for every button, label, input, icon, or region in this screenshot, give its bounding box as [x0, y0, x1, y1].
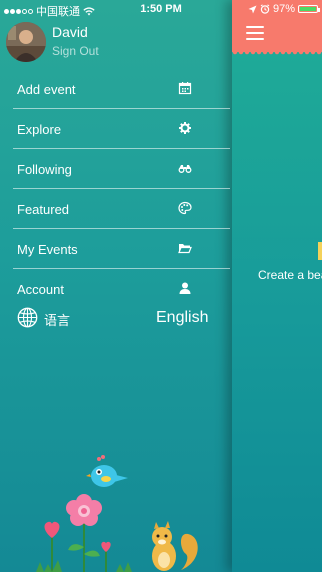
sign-out-link[interactable]: Sign Out [52, 44, 99, 58]
avatar[interactable] [6, 22, 46, 62]
squirrel-icon [152, 521, 198, 571]
menu-item-add-event[interactable]: Add event [13, 69, 230, 109]
menu-item-following[interactable]: Following [13, 149, 230, 189]
drawer-menu: Add event Explore Following Featured My … [13, 69, 230, 308]
location-arrow-icon [248, 5, 257, 13]
menu-item-label: Add event [17, 82, 76, 97]
garden-illustration [36, 455, 198, 572]
folder-icon [178, 244, 192, 254]
language-label: 语言 [44, 313, 71, 328]
menu-item-label: Explore [17, 122, 62, 137]
menu-item-my-events[interactable]: My Events [13, 229, 230, 269]
user-name: David [52, 24, 88, 40]
alarm-icon [260, 4, 270, 14]
binoculars-icon [178, 165, 192, 173]
menu-item-label: Following [17, 162, 72, 177]
menu-item-explore[interactable]: Explore [13, 109, 230, 149]
status-bar: 中国联通 1:50 PM 97% [0, 0, 322, 18]
language-row[interactable]: 语言 English [17, 307, 217, 331]
user-icon [179, 282, 191, 294]
language-value[interactable]: English [156, 309, 208, 327]
bird-icon [86, 455, 128, 487]
battery-percent: 97% [272, 3, 295, 15]
app-screen: Create a bea David Sign Out Add event Ex… [0, 0, 322, 572]
menu-item-label: Account [17, 282, 64, 297]
globe-icon [17, 307, 38, 328]
side-drawer: David Sign Out Add event Explore Followi… [0, 0, 232, 572]
partial-heading-mark [318, 242, 322, 260]
menu-item-featured[interactable]: Featured [13, 189, 230, 229]
hamburger-icon[interactable] [246, 26, 264, 40]
menu-item-account[interactable]: Account [13, 269, 230, 308]
menu-item-label: My Events [17, 242, 78, 257]
menu-item-label: Featured [17, 202, 70, 217]
create-hint-text: Create a bea [258, 268, 322, 282]
flower-icon [66, 494, 102, 572]
gear-icon [179, 122, 191, 134]
main-content: Create a bea [232, 0, 322, 572]
palette-icon [178, 201, 192, 215]
battery-icon [298, 5, 320, 13]
calendar-icon [178, 82, 192, 95]
